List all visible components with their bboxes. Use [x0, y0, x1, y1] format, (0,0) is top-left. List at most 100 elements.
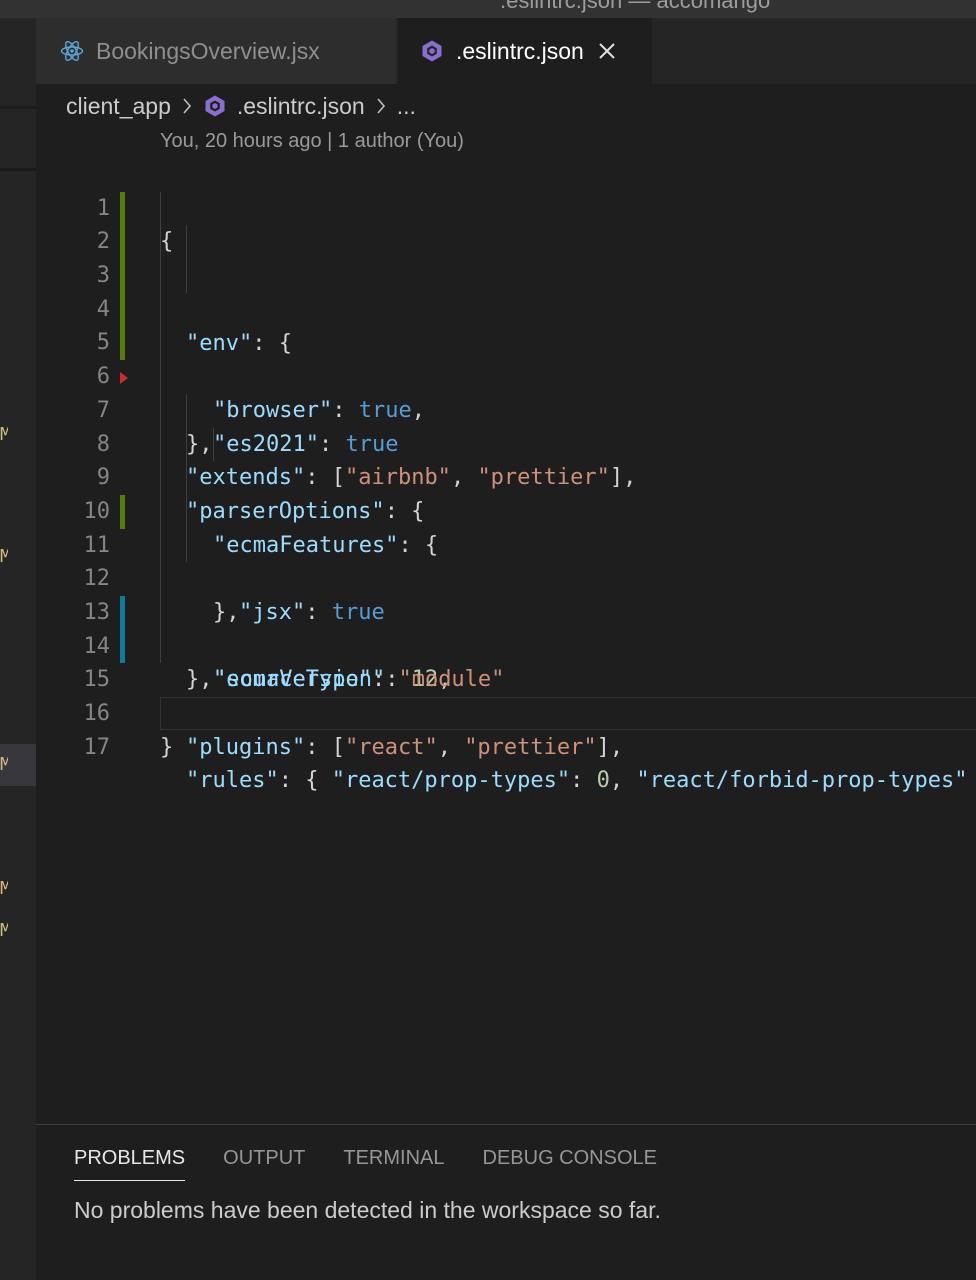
- code-line[interactable]: 14 "plugins": ["react", "prettier"],: [36, 595, 976, 760]
- title-bar: .eslintrc.json — accomango: [0, 0, 976, 18]
- git-modified-marker[interactable]: [120, 225, 125, 260]
- git-added-marker[interactable]: [120, 595, 125, 630]
- breadcrumb-file[interactable]: .eslintrc.json: [237, 93, 365, 120]
- indent-guide: [186, 427, 187, 462]
- token-key: "react/forbid-prop-types": [636, 768, 968, 794]
- code-editor[interactable]: 1 { 2 "env": { 3 "browser": true, 4 "es2…: [36, 158, 976, 793]
- line-content: "plugins": ["react", "prettier"],: [186, 731, 623, 765]
- token-punctuation: ,: [437, 734, 465, 760]
- tab-eslintrc[interactable]: .eslintrc.json: [398, 18, 652, 84]
- eslint-icon: [420, 39, 444, 63]
- git-modified-marker[interactable]: [120, 494, 125, 529]
- bottom-panel: PROBLEMS OUTPUT TERMINAL DEBUG CONSOLE N…: [36, 1124, 976, 1280]
- indent-guide: [186, 259, 187, 293]
- tab-bookings-overview[interactable]: BookingsOverview.jsx: [36, 18, 396, 84]
- eslint-icon: [203, 94, 227, 118]
- sidebar-divider: [0, 168, 36, 171]
- indent-guide: [160, 461, 161, 495]
- code-line[interactable]: 3 "browser": true,: [36, 225, 976, 423]
- problems-message: No problems have been detected in the wo…: [74, 1197, 661, 1223]
- current-line-highlight: [160, 697, 976, 730]
- sidebar-modified-mark: M: [0, 920, 8, 941]
- breadcrumb: client_app .eslintrc.json ...: [66, 88, 416, 124]
- code-line[interactable]: 7 "parserOptions": {: [36, 360, 976, 524]
- editor-tab-bar: BookingsOverview.jsx .eslintrc.json: [36, 18, 976, 84]
- line-number: 17: [83, 734, 111, 760]
- git-modified-marker[interactable]: [120, 292, 125, 327]
- indent-guide: [160, 595, 161, 630]
- git-modified-marker[interactable]: [120, 259, 125, 293]
- line-content: }: [160, 731, 173, 765]
- window-title: .eslintrc.json — accomango: [500, 0, 771, 13]
- chevron-right-icon: [181, 96, 193, 116]
- indent-guide: [186, 225, 187, 260]
- code-line[interactable]: 1 {: [36, 158, 976, 255]
- code-line-current[interactable]: 17: [36, 697, 976, 760]
- indent-guide: [186, 461, 187, 495]
- git-modified-marker[interactable]: [120, 191, 125, 226]
- tab-debug-console[interactable]: DEBUG CONSOLE: [483, 1147, 657, 1181]
- editor-window: .eslintrc.json — accomango M M M M M Boo…: [0, 0, 976, 1280]
- close-icon[interactable]: [598, 42, 616, 60]
- token-string: "react": [344, 734, 438, 760]
- code-line[interactable]: 5 },: [36, 292, 976, 457]
- indent-guide: [160, 225, 161, 260]
- react-icon: [60, 39, 84, 63]
- git-modified-marker[interactable]: [120, 326, 125, 361]
- deleted-lines-marker[interactable]: [120, 372, 128, 385]
- code-line[interactable]: 4 "es2021": true: [36, 259, 976, 457]
- sidebar-modified-mark: M: [0, 754, 8, 775]
- code-line[interactable]: 8 "ecmaFeatures": {: [36, 393, 976, 558]
- token-punctuation: : [: [305, 734, 345, 760]
- code-line[interactable]: 9 "jsx": true: [36, 427, 976, 625]
- line-content: "rules": { "react/prop-types": 0, "react…: [186, 764, 968, 798]
- indent-guide: [160, 562, 161, 596]
- code-line[interactable]: 12 "sourceType": "module": [36, 528, 976, 692]
- code-line[interactable]: 15 "rules": { "react/prop-types": 0, "re…: [36, 629, 976, 793]
- indent-guide: [160, 360, 161, 394]
- code-line[interactable]: 10 },: [36, 461, 976, 625]
- indent-guide: [160, 629, 161, 664]
- code-line[interactable]: 6 "extends": ["airbnb", "prettier"],: [36, 326, 976, 490]
- sidebar-divider: [0, 106, 36, 109]
- indent-guide: [160, 191, 161, 226]
- indent-guide: [160, 427, 161, 462]
- breadcrumb-more[interactable]: ...: [397, 93, 416, 120]
- code-line[interactable]: 11 "ecmaVersion": 12,: [36, 494, 976, 692]
- code-line[interactable]: 16 }: [36, 663, 976, 760]
- token-string: "prettier": [464, 734, 597, 760]
- tab-problems[interactable]: PROBLEMS: [74, 1147, 186, 1181]
- git-added-marker[interactable]: [120, 629, 125, 664]
- sidebar-modified-mark: M: [0, 424, 8, 445]
- token-key: "rules": [186, 768, 279, 794]
- token-key: "react/prop-types": [331, 768, 571, 794]
- chevron-right-icon: [375, 96, 387, 116]
- token-punctuation: ,: [609, 768, 637, 794]
- panel-tab-bar: PROBLEMS OUTPUT TERMINAL DEBUG CONSOLE: [74, 1147, 695, 1181]
- sidebar-modified-mark: M: [0, 878, 8, 899]
- indent-guide: [160, 494, 161, 529]
- code-line[interactable]: 2 "env": {: [36, 191, 976, 356]
- token-punctuation: ],: [596, 734, 624, 760]
- indent-guide: [160, 393, 161, 428]
- indent-guide: [160, 326, 161, 361]
- tab-terminal[interactable]: TERMINAL: [343, 1147, 444, 1181]
- token-punctuation: : {: [278, 768, 332, 794]
- git-blame-annotation[interactable]: You, 20 hours ago | 1 author (You): [160, 130, 464, 153]
- code-line[interactable]: 13 },: [36, 562, 976, 692]
- indent-guide: [186, 528, 187, 563]
- indent-guide: [160, 259, 161, 293]
- tab-label: .eslintrc.json: [456, 37, 584, 64]
- indent-guide: [213, 427, 214, 462]
- token-key: "plugins": [186, 734, 306, 760]
- indent-guide: [186, 393, 187, 428]
- indent-guide: [186, 494, 187, 529]
- indent-guide: [160, 528, 161, 563]
- token-punctuation: :: [570, 768, 597, 794]
- token-number: 0: [596, 768, 610, 794]
- indent-guide: [160, 292, 161, 327]
- tab-label: BookingsOverview.jsx: [96, 37, 320, 64]
- sidebar-modified-mark: M: [0, 546, 8, 567]
- breadcrumb-folder[interactable]: client_app: [66, 93, 171, 120]
- tab-output[interactable]: OUTPUT: [223, 1147, 305, 1181]
